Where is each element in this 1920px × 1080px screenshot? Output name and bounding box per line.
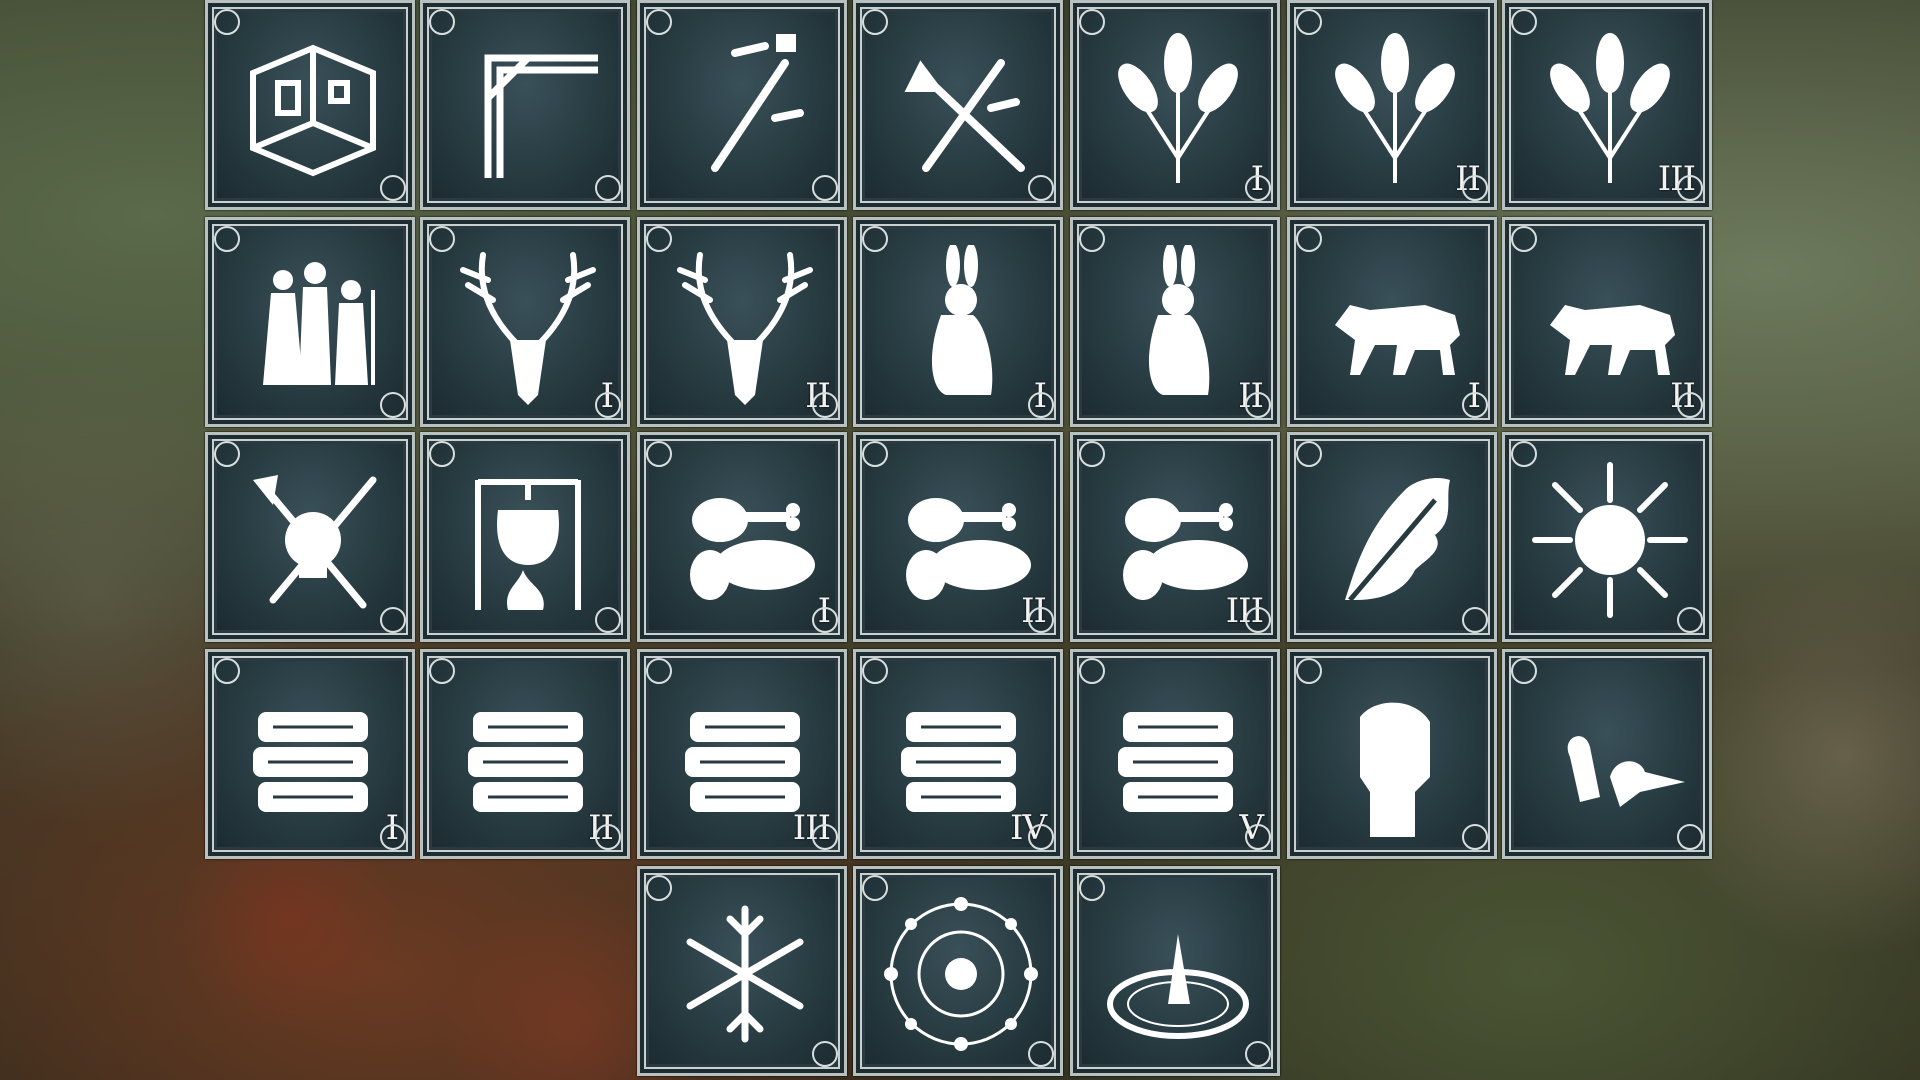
skill-tile[interactable] [637, 0, 847, 210]
skill-tile[interactable] [1287, 649, 1497, 859]
skill-tile[interactable] [420, 432, 630, 642]
tier-label: I [1467, 376, 1481, 416]
skill-tile[interactable]: I [1287, 217, 1497, 427]
tier-label: II [1455, 159, 1481, 199]
tier-label: III [1225, 591, 1264, 631]
skill-tile[interactable] [1287, 432, 1497, 642]
tier-label: I [1250, 159, 1264, 199]
skill-tile[interactable] [420, 0, 630, 210]
tier-label: II [588, 808, 614, 848]
tier-label: II [1238, 376, 1264, 416]
skill-tile[interactable]: III [1502, 0, 1712, 210]
skill-tile[interactable] [205, 217, 415, 427]
skill-tile[interactable]: I [205, 649, 415, 859]
skill-tile[interactable]: I [420, 217, 630, 427]
tier-label: II [805, 376, 831, 416]
skill-tile[interactable]: II [420, 649, 630, 859]
skill-tile[interactable]: II [853, 432, 1063, 642]
skill-tile[interactable]: V [1070, 649, 1280, 859]
skill-tile[interactable] [637, 866, 847, 1076]
skill-tile[interactable] [205, 432, 415, 642]
skill-tile[interactable] [205, 0, 415, 210]
icon-grid: I II III I II I II I II I II III I II III IV V [0, 0, 1920, 1080]
skill-tile[interactable]: I [1070, 0, 1280, 210]
skill-tile[interactable]: II [1070, 217, 1280, 427]
tier-label: I [385, 808, 399, 848]
skill-tile[interactable] [1070, 866, 1280, 1076]
tier-label: II [1670, 376, 1696, 416]
skill-tile[interactable]: II [637, 217, 847, 427]
tier-label: II [1021, 591, 1047, 631]
tier-label: I [600, 376, 614, 416]
skill-tile[interactable]: III [637, 649, 847, 859]
skill-tile[interactable]: I [637, 432, 847, 642]
skill-tile[interactable]: I [853, 217, 1063, 427]
tier-label: III [792, 808, 831, 848]
skill-tile[interactable] [853, 866, 1063, 1076]
skill-tile[interactable] [1502, 432, 1712, 642]
skill-tile[interactable] [1502, 649, 1712, 859]
tier-label: V [1239, 808, 1264, 848]
skill-tile[interactable]: III [1070, 432, 1280, 642]
skill-tile[interactable]: IV [853, 649, 1063, 859]
tier-label: III [1657, 159, 1696, 199]
skill-tile[interactable]: II [1287, 0, 1497, 210]
tier-label: I [817, 591, 831, 631]
skill-tile[interactable] [853, 0, 1063, 210]
tier-label: IV [1010, 808, 1047, 848]
skill-tile[interactable]: II [1502, 217, 1712, 427]
tier-label: I [1033, 376, 1047, 416]
